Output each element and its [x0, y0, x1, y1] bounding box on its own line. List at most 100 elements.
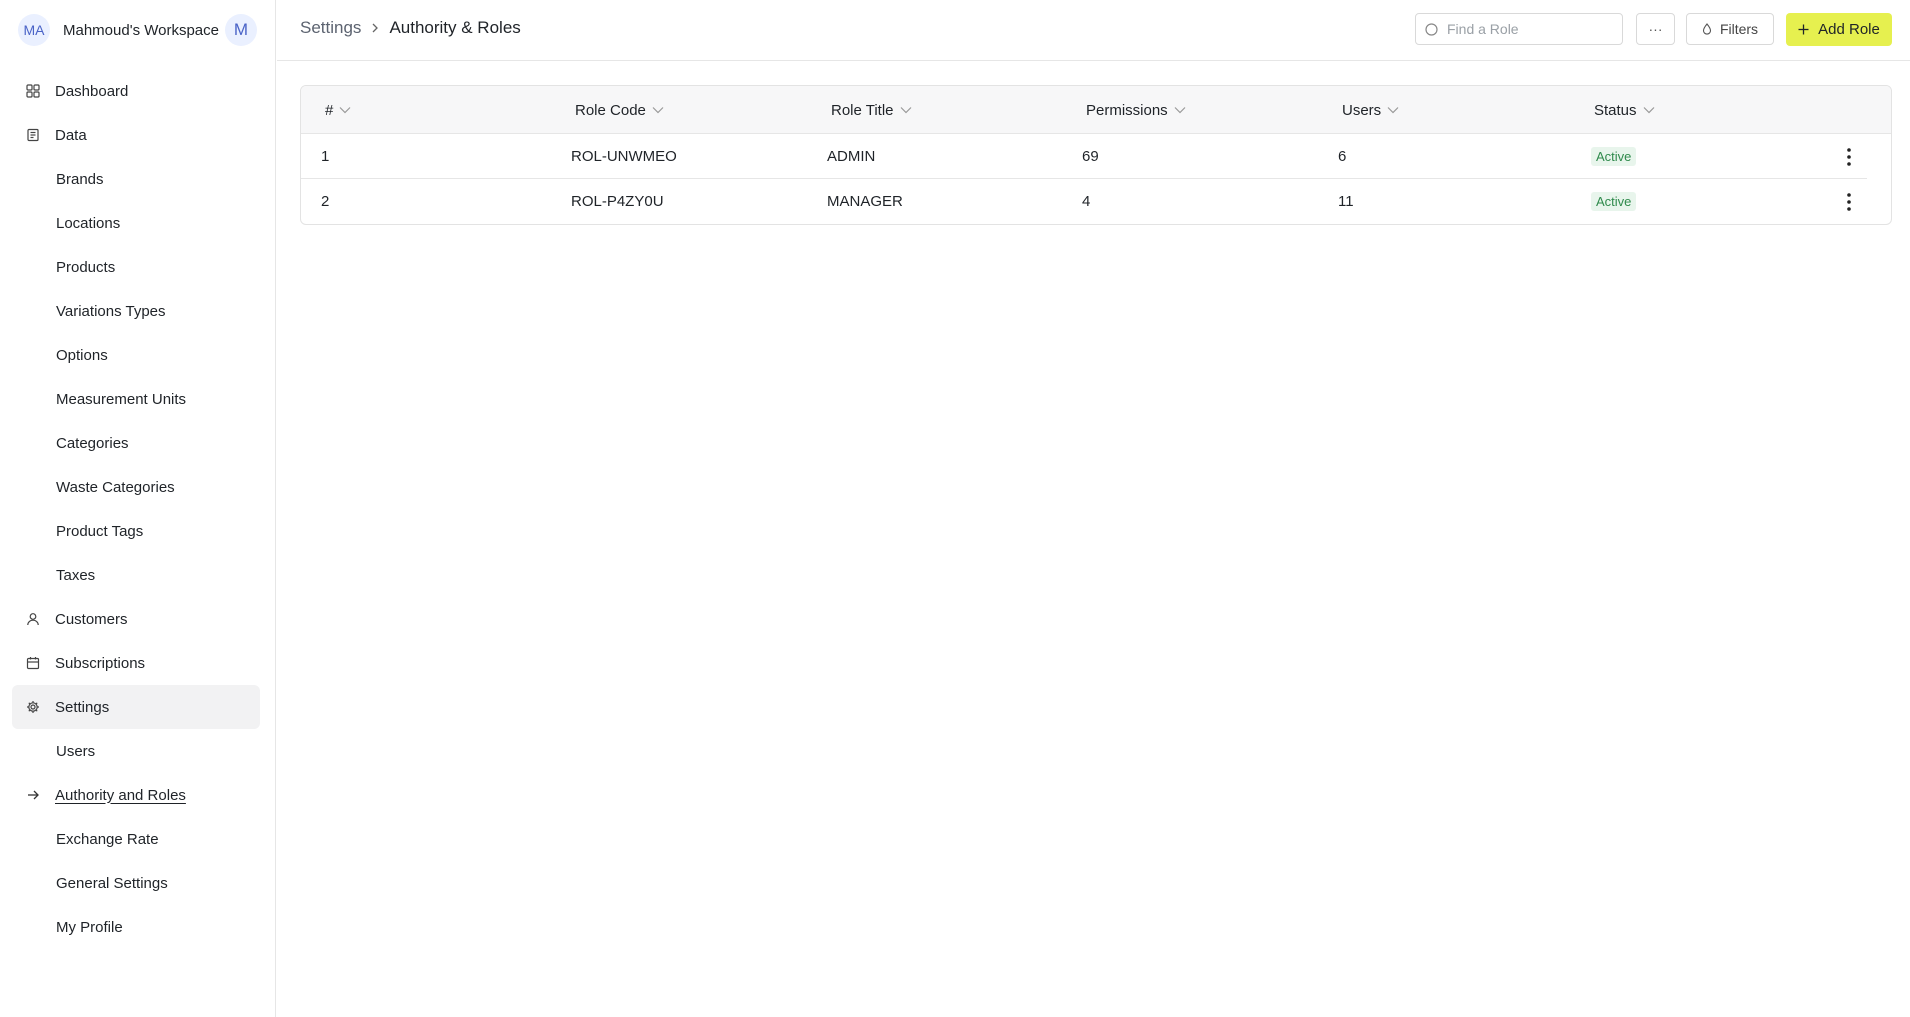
sidebar-item-brands[interactable]: Brands: [12, 157, 260, 201]
table-row[interactable]: 2 ROL-P4ZY0U MANAGER 4 11 Active: [301, 179, 1867, 224]
cell-status: Active: [1591, 179, 1637, 224]
sidebar-item-label: Locations: [56, 214, 121, 232]
sidebar-item-settings[interactable]: Settings: [12, 685, 260, 729]
cell-permissions: 69: [1082, 148, 1099, 165]
cell-role-code: ROL-UNWMEO: [571, 148, 677, 165]
status-badge: Active: [1591, 192, 1637, 211]
sidebar-item-label: Customers: [55, 610, 128, 628]
chevron-right-icon: [370, 22, 380, 34]
gear-icon: [24, 698, 42, 716]
column-header-label: Role Title: [831, 101, 894, 119]
sidebar-item-label: Authority and Roles: [55, 786, 186, 804]
kebab-icon: [1847, 148, 1851, 166]
sidebar-nav: Dashboard Data Brands Locations Products…: [12, 69, 260, 949]
chevron-down-icon: [652, 106, 664, 114]
column-header-role-code[interactable]: Role Code: [575, 86, 664, 134]
sidebar-item-label: Variations Types: [56, 302, 166, 320]
cell-users: 11: [1338, 193, 1354, 210]
column-header-label: Permissions: [1086, 101, 1168, 119]
status-badge: Active: [1591, 147, 1637, 166]
chevron-down-icon: [1174, 106, 1186, 114]
sidebar-item-label: Settings: [55, 698, 110, 716]
row-actions-button[interactable]: [1837, 190, 1861, 214]
table-row[interactable]: 1 ROL-UNWMEO ADMIN 69 6 Active: [301, 134, 1867, 179]
cell-status: Active: [1591, 134, 1637, 179]
cell-users: 6: [1338, 148, 1347, 165]
row-actions-button[interactable]: [1837, 145, 1861, 169]
arrow-right-icon: [24, 786, 42, 804]
sidebar-item-label: Options: [56, 346, 108, 364]
add-role-button[interactable]: Add Role: [1786, 13, 1892, 46]
sidebar-item-label: Subscriptions: [55, 654, 146, 672]
sidebar-item-dashboard[interactable]: Dashboard: [12, 69, 260, 113]
chevron-down-icon: [339, 106, 351, 114]
search-icon: [1425, 22, 1439, 36]
user-icon: [24, 610, 42, 628]
sidebar-item-variations-types[interactable]: Variations Types: [12, 289, 260, 333]
column-header-role-title[interactable]: Role Title: [831, 86, 912, 134]
sidebar-item-products[interactable]: Products: [12, 245, 260, 289]
breadcrumb-settings[interactable]: Settings: [300, 18, 361, 38]
column-header-label: Users: [1342, 101, 1382, 119]
sidebar-item-data[interactable]: Data: [12, 113, 260, 157]
sidebar-item-label: Product Tags: [56, 522, 144, 540]
sidebar-item-product-tags[interactable]: Product Tags: [12, 509, 260, 553]
chevron-down-icon: [900, 106, 912, 114]
column-header-users[interactable]: Users: [1342, 86, 1399, 134]
cell-role-title: MANAGER: [827, 193, 903, 210]
roles-table: # Role Code Role Title Permissions Users…: [300, 85, 1892, 225]
sidebar-item-measurement-units[interactable]: Measurement Units: [12, 377, 260, 421]
filters-label: Filters: [1719, 21, 1759, 37]
sidebar-item-my-profile[interactable]: My Profile: [12, 905, 260, 949]
workspace-name[interactable]: Mahmoud's Workspace: [63, 22, 219, 39]
breadcrumb-current: Authority & Roles: [389, 18, 521, 37]
sidebar-item-label: Waste Categories: [56, 478, 175, 496]
sidebar-item-label: Data: [55, 126, 87, 144]
user-avatar[interactable]: M: [224, 14, 257, 46]
chevron-down-icon: [1387, 106, 1399, 114]
sidebar-item-label: Taxes: [56, 566, 96, 584]
kebab-icon: [1847, 193, 1851, 211]
page-header: Settings Authority & Roles ··· Filters A…: [277, 0, 1910, 61]
more-options-button[interactable]: ···: [1636, 13, 1675, 45]
sidebar-item-label: Categories: [56, 434, 129, 452]
column-header-status[interactable]: Status: [1594, 86, 1655, 134]
cell-role-code: ROL-P4ZY0U: [571, 193, 664, 210]
sidebar-item-authority-and-roles[interactable]: Authority and Roles: [12, 773, 260, 817]
column-header-index[interactable]: #: [325, 86, 351, 134]
filters-button[interactable]: Filters: [1686, 13, 1774, 45]
sidebar-item-general-settings[interactable]: General Settings: [12, 861, 260, 905]
sidebar-item-label: Dashboard: [55, 82, 129, 100]
sidebar-item-label: Products: [56, 258, 116, 276]
sidebar-item-options[interactable]: Options: [12, 333, 260, 377]
cell-role-title: ADMIN: [827, 148, 876, 165]
column-header-label: Role Code: [575, 101, 646, 119]
sidebar: MA Mahmoud's Workspace M Dashboard Data …: [0, 0, 276, 1017]
column-header-permissions[interactable]: Permissions: [1086, 86, 1186, 134]
workspace-avatar[interactable]: MA: [18, 14, 50, 46]
breadcrumb: Settings Authority & Roles: [300, 18, 521, 38]
sidebar-item-subscriptions[interactable]: Subscriptions: [12, 641, 260, 685]
sidebar-item-categories[interactable]: Categories: [12, 421, 260, 465]
sidebar-item-customers[interactable]: Customers: [12, 597, 260, 641]
column-header-label: #: [325, 101, 334, 119]
sidebar-item-label: Brands: [56, 170, 104, 188]
add-role-label: Add Role: [1818, 21, 1880, 38]
sidebar-item-locations[interactable]: Locations: [12, 201, 260, 245]
table-header: # Role Code Role Title Permissions Users…: [301, 86, 1891, 134]
sidebar-item-exchange-rate[interactable]: Exchange Rate: [12, 817, 260, 861]
sidebar-item-waste-categories[interactable]: Waste Categories: [12, 465, 260, 509]
column-header-label: Status: [1594, 101, 1637, 119]
sidebar-item-taxes[interactable]: Taxes: [12, 553, 260, 597]
sidebar-item-label: Users: [56, 742, 96, 760]
search-box[interactable]: [1415, 13, 1623, 45]
chevron-down-icon: [1643, 106, 1655, 114]
calendar-icon: [24, 654, 42, 672]
workspace-switcher[interactable]: MA Mahmoud's Workspace M: [18, 14, 257, 46]
search-input[interactable]: [1447, 21, 1617, 37]
sidebar-item-users[interactable]: Users: [12, 729, 260, 773]
sidebar-item-label: My Profile: [56, 918, 123, 936]
sidebar-item-label: Measurement Units: [56, 390, 187, 408]
database-icon: [24, 126, 42, 144]
cell-index: 1: [321, 148, 330, 165]
